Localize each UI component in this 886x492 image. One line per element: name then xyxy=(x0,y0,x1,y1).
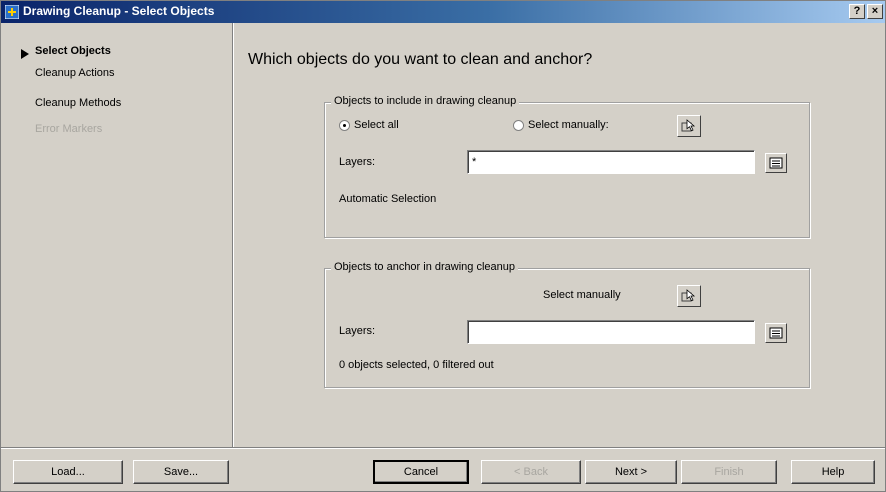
load-button[interactable]: Load... xyxy=(13,460,123,484)
title-bar[interactable]: Drawing Cleanup - Select Objects ? × xyxy=(1,1,885,23)
cancel-button[interactable]: Cancel xyxy=(373,460,469,484)
anchor-layers-button[interactable] xyxy=(765,323,787,343)
pick-objects-icon xyxy=(681,289,696,302)
step-select-objects[interactable]: Select Objects xyxy=(35,45,111,57)
layer-list-icon xyxy=(769,157,783,169)
radio-select-all[interactable]: Select all xyxy=(339,119,399,131)
help-button[interactable]: Help xyxy=(791,460,875,484)
close-icon[interactable]: × xyxy=(867,4,883,19)
current-step-arrow-icon xyxy=(21,49,29,59)
anchor-layers-label: Layers: xyxy=(339,325,376,337)
back-button: < Back xyxy=(481,460,581,484)
next-button[interactable]: Next > xyxy=(585,460,677,484)
dialog-window: Drawing Cleanup - Select Objects ? × Sel… xyxy=(0,0,886,492)
radio-select-manually-label: Select manually: xyxy=(528,119,609,131)
anchor-layers-input[interactable] xyxy=(467,320,755,344)
pick-objects-icon xyxy=(681,119,696,132)
include-group-legend: Objects to include in drawing cleanup xyxy=(331,95,520,107)
radio-select-manually[interactable]: Select manually: xyxy=(513,119,609,131)
anchor-status-text: 0 objects selected, 0 filtered out xyxy=(339,359,494,371)
include-layers-label: Layers: xyxy=(339,156,376,168)
step-cleanup-methods[interactable]: Cleanup Methods xyxy=(35,97,121,109)
window-title: Drawing Cleanup - Select Objects xyxy=(23,4,215,18)
include-pick-objects-button[interactable] xyxy=(677,115,701,137)
include-objects-group: Objects to include in drawing cleanup Se… xyxy=(324,95,810,238)
anchor-select-manually-label: Select manually xyxy=(543,289,621,301)
step-error-markers: Error Markers xyxy=(35,123,103,135)
anchor-group-legend: Objects to anchor in drawing cleanup xyxy=(331,261,518,273)
include-status-text: Automatic Selection xyxy=(339,193,437,205)
radio-select-all-label: Select all xyxy=(354,119,399,131)
include-layers-input[interactable] xyxy=(467,150,755,174)
anchor-pick-objects-button[interactable] xyxy=(677,285,701,307)
anchor-objects-group: Objects to anchor in drawing cleanup Sel… xyxy=(324,261,810,388)
help-icon[interactable]: ? xyxy=(849,4,865,19)
page-heading: Which objects do you want to clean and a… xyxy=(248,51,593,68)
save-button[interactable]: Save... xyxy=(133,460,229,484)
include-layers-button[interactable] xyxy=(765,153,787,173)
radio-select-manually-dot[interactable] xyxy=(513,119,524,131)
finish-button: Finish xyxy=(681,460,777,484)
wizard-steps-sidebar: Select Objects Cleanup Actions Cleanup M… xyxy=(1,23,234,447)
app-icon xyxy=(4,4,20,20)
layer-list-icon xyxy=(769,327,783,339)
main-panel: Which objects do you want to clean and a… xyxy=(234,23,886,447)
step-cleanup-actions[interactable]: Cleanup Actions xyxy=(35,67,115,79)
dialog-footer: Load... Save... Cancel < Back Next > Fin… xyxy=(1,447,885,491)
radio-select-all-dot[interactable] xyxy=(339,119,350,131)
